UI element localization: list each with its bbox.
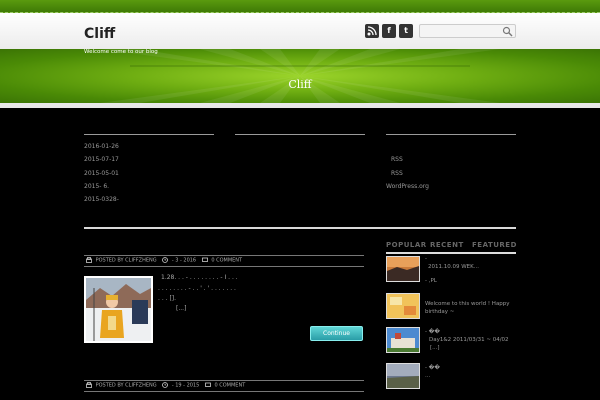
facebook-glyph: f <box>387 26 391 35</box>
site-tagline: Welcome come to our blog <box>84 49 158 55</box>
sidebar-post-title: - �� <box>425 329 441 335</box>
clock-icon <box>162 382 169 388</box>
sidebar-post[interactable]: - 2011.10.09 WEK... - ,PL <box>386 256 516 284</box>
tab-featured[interactable]: FEATURED <box>472 241 517 249</box>
sidebar-post-title: Welcome to this world ! Happy <box>425 301 510 307</box>
post-excerpt: 1.28. . . - . . . . . . . . - I . . . <box>161 274 238 281</box>
sidebar-post-title: - <box>425 256 427 262</box>
sidebar-post-excerpt: ... <box>425 373 431 379</box>
archive-link[interactable]: 2015- 6. <box>84 183 109 190</box>
sidebar-tabs: POPULAR RECENT FEATURED <box>386 240 516 252</box>
sidebar-post-date: Day1&2 2011/03/31 ~ 04/02 <box>429 337 509 343</box>
banner-border <box>0 103 600 108</box>
sidebar-thumb <box>386 256 420 282</box>
post-thumbnail[interactable] <box>84 276 153 343</box>
continue-button[interactable]: Continue <box>310 326 363 341</box>
page: Cliff f t Welcome come to our blog Cliff <box>0 0 600 400</box>
post-rule <box>84 255 364 256</box>
post-author[interactable]: POSTED BY CLIFFZHENG <box>96 383 157 389</box>
sidebar-thumb <box>386 363 420 389</box>
comment-icon <box>204 382 211 387</box>
post-excerpt: . . . []. <box>158 295 177 302</box>
post-rule <box>84 266 364 267</box>
archives-rule <box>84 134 214 135</box>
archive-link[interactable]: 2016-01-26 <box>84 143 119 150</box>
twitter-icon[interactable]: t <box>399 24 413 38</box>
post-rule <box>84 380 364 381</box>
post-excerpt: . . . . . . . . - . . ' . ' . . . . . . … <box>158 285 236 292</box>
tabs-rule <box>386 252 516 254</box>
sidebar-post[interactable]: - �� ... <box>386 363 516 391</box>
middle-rule <box>235 134 365 135</box>
sidebar-post[interactable]: Welcome to this world ! Happy birthday ~ <box>386 293 516 321</box>
post-author[interactable]: POSTED BY CLIFFZHENG <box>96 258 157 264</box>
post-date: - 19 - 2015 <box>171 382 200 389</box>
archive-link[interactable]: 2015-07-17 <box>84 156 119 163</box>
search-icon[interactable] <box>502 26 513 37</box>
archive-link[interactable]: 2015-0328- <box>84 196 119 203</box>
post-meta: POSTED BY CLIFFZHENG - 19 - 2015 0 COMME… <box>84 382 245 389</box>
post-excerpt: [...] <box>176 305 187 312</box>
sidebar-post-date: 2011.10.09 WEK... <box>428 264 480 270</box>
tab-popular[interactable]: POPULAR <box>386 241 427 249</box>
rss-link[interactable]: RSS <box>391 156 403 163</box>
post-date: - 3 - 2016 <box>171 257 197 264</box>
banner-title: Cliff <box>288 78 312 91</box>
meta-rule <box>386 134 516 135</box>
top-bar <box>0 0 600 13</box>
sidebar-post-excerpt: birthday ~ <box>425 309 455 315</box>
search-box <box>419 24 516 45</box>
sidebar-post-excerpt: - ,PL <box>425 278 437 284</box>
twitter-glyph: t <box>404 26 408 35</box>
post-comments[interactable]: 0 COMMENT <box>211 258 242 264</box>
sidebar-thumb <box>386 293 420 319</box>
archive-link[interactable]: 2015-05-01 <box>84 170 119 177</box>
author-icon <box>86 382 92 388</box>
wordpress-link[interactable]: WordPress.org <box>386 183 429 190</box>
site-logo[interactable]: Cliff <box>84 26 115 42</box>
sidebar-thumb <box>386 327 420 353</box>
banner-rays <box>100 49 500 103</box>
rss-link[interactable]: RSS <box>391 170 403 177</box>
comment-icon <box>201 257 208 262</box>
search-input[interactable] <box>420 33 500 45</box>
author-icon <box>86 257 92 263</box>
post-comments[interactable]: 0 COMMENT <box>214 383 245 389</box>
post-meta: POSTED BY CLIFFZHENG - 3 - 2016 0 COMMEN… <box>84 257 242 264</box>
sidebar-post[interactable]: - �� Day1&2 2011/03/31 ~ 04/02 [...] <box>386 327 516 355</box>
tab-recent[interactable]: RECENT <box>430 241 464 249</box>
post-rule <box>84 391 364 392</box>
sidebar-post-title: - �� <box>425 365 441 371</box>
banner <box>0 49 600 103</box>
clock-icon <box>162 257 169 263</box>
section-divider <box>84 227 516 229</box>
sidebar-post-excerpt: [...] <box>430 345 440 351</box>
facebook-icon[interactable]: f <box>382 24 396 38</box>
rss-icon[interactable] <box>365 24 379 38</box>
header: Cliff f t <box>0 13 600 49</box>
